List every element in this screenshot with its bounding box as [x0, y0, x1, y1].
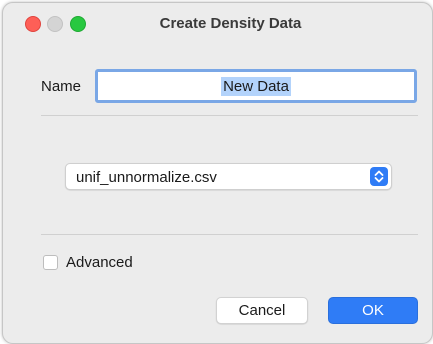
name-input-value: New Data [221, 77, 291, 96]
divider-bottom [41, 234, 418, 235]
file-select-value: unif_unnormalize.csv [76, 169, 217, 186]
ok-button[interactable]: OK [328, 297, 418, 324]
advanced-checkbox[interactable] [43, 255, 58, 270]
advanced-label[interactable]: Advanced [66, 254, 133, 271]
file-select[interactable]: unif_unnormalize.csv [65, 163, 392, 190]
divider-top [41, 115, 418, 116]
chevron-up-down-icon[interactable] [370, 167, 388, 186]
window-title: Create Density Data [159, 15, 302, 32]
name-label: Name [41, 78, 82, 95]
title-bar[interactable]: Create Density Data [3, 3, 432, 43]
cancel-button[interactable]: Cancel [216, 297, 308, 324]
dialog-window: Create Density Data Name New Data unif_u… [2, 2, 433, 344]
name-input[interactable]: New Data [95, 69, 417, 103]
